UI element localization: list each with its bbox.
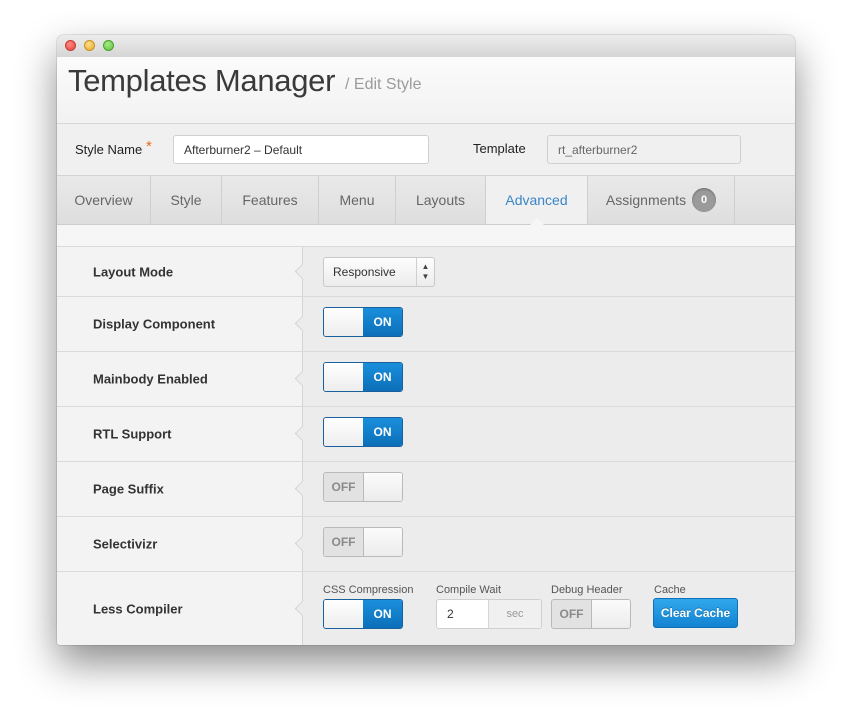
setting-row-mainbody-enabled: Mainbody Enabled ON — [57, 352, 795, 407]
setting-row-less-compiler: Less Compiler CSS Compression ON Compile… — [57, 572, 795, 645]
setting-label: Less Compiler — [93, 601, 183, 616]
toggle-state: ON — [363, 418, 402, 446]
css-compression-toggle[interactable]: ON — [323, 599, 403, 629]
zoom-window-icon[interactable] — [103, 40, 114, 51]
toggle-state: OFF — [324, 528, 363, 556]
setting-label: Display Component — [93, 316, 216, 332]
tab-style[interactable]: Style — [151, 176, 222, 224]
mainbody-enabled-toggle[interactable]: ON — [323, 362, 403, 392]
tab-bar: Overview Style Features Menu Layouts Adv… — [57, 176, 795, 225]
page-suffix-toggle[interactable]: OFF — [323, 472, 403, 502]
page-header: Templates Manager / Edit Style — [57, 57, 795, 124]
required-marker: * — [146, 138, 152, 155]
cache-label: Cache — [654, 584, 686, 596]
layout-mode-select[interactable]: Responsive ▲ ▼ — [323, 257, 435, 287]
compile-wait-input[interactable]: 2 sec — [436, 599, 542, 629]
css-compression-label: CSS Compression — [323, 584, 414, 596]
setting-label: Selectivizr — [93, 536, 158, 552]
tab-menu[interactable]: Menu — [319, 176, 396, 224]
display-component-toggle[interactable]: ON — [323, 307, 403, 337]
toggle-knob — [591, 600, 630, 628]
tab-assignments[interactable]: Assignments 0 — [588, 176, 735, 224]
close-window-icon[interactable] — [65, 40, 76, 51]
rtl-support-toggle[interactable]: ON — [323, 417, 403, 447]
tab-assignments-label: Assignments — [605, 192, 687, 208]
toggle-knob — [324, 418, 364, 446]
toggle-state: ON — [363, 363, 402, 391]
page-title: Templates Manager — [68, 63, 336, 98]
setting-label: Page Suffix — [93, 481, 164, 497]
setting-row-rtl-support: RTL Support ON — [57, 407, 795, 462]
toggle-state: OFF — [324, 473, 363, 501]
setting-row-selectivizr: Selectivizr OFF — [57, 517, 795, 572]
tab-advanced[interactable]: Advanced — [486, 176, 588, 225]
app-window: Templates Manager / Edit Style Style Nam… — [57, 35, 795, 645]
tab-overview[interactable]: Overview — [57, 176, 151, 224]
toggle-knob — [363, 528, 402, 556]
template-label: Template — [473, 141, 526, 156]
template-field: rt_afterburner2 — [547, 135, 741, 164]
setting-label: RTL Support — [93, 426, 172, 442]
compile-wait-unit: sec — [488, 600, 541, 628]
style-name-label: Style Name — [75, 142, 143, 157]
title-bar — [57, 35, 795, 58]
minimize-window-icon[interactable] — [84, 40, 95, 51]
debug-header-label: Debug Header — [551, 584, 623, 596]
compile-wait-label: Compile Wait — [436, 584, 501, 596]
style-bar: Style Name * Afterburner2 – Default Temp… — [57, 124, 795, 176]
toggle-knob — [324, 600, 364, 628]
content-top-strip — [57, 225, 795, 247]
toggle-state: ON — [363, 600, 402, 628]
style-name-field[interactable]: Afterburner2 – Default — [173, 135, 429, 164]
setting-label: Mainbody Enabled — [93, 371, 208, 387]
debug-header-toggle[interactable]: OFF — [551, 599, 631, 629]
setting-row-display-component: Display Component ON — [57, 297, 795, 352]
toggle-state: OFF — [552, 600, 591, 628]
toggle-knob — [324, 308, 364, 336]
compile-wait-value: 2 — [447, 607, 454, 621]
page-subtitle: / Edit Style — [345, 76, 422, 93]
toggle-state: ON — [363, 308, 402, 336]
tab-features[interactable]: Features — [222, 176, 319, 224]
select-arrows-icon: ▲ ▼ — [416, 258, 434, 286]
toggle-knob — [324, 363, 364, 391]
clear-cache-button[interactable]: Clear Cache — [653, 598, 738, 628]
layout-mode-selected-value: Responsive — [333, 265, 396, 279]
toggle-knob — [363, 473, 402, 501]
tab-layouts[interactable]: Layouts — [396, 176, 486, 224]
selectivizr-toggle[interactable]: OFF — [323, 527, 403, 557]
setting-row-page-suffix: Page Suffix OFF — [57, 462, 795, 517]
assignments-count-badge: 0 — [692, 188, 717, 213]
setting-row-layout-mode: Layout Mode Responsive ▲ ▼ — [57, 247, 795, 297]
setting-label: Layout Mode — [93, 264, 174, 279]
